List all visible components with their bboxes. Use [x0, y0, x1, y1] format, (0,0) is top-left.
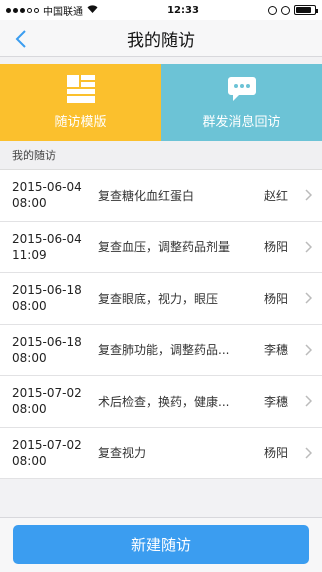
chevron-left-icon [15, 29, 26, 48]
chevron-right-icon [305, 292, 312, 304]
section-title: 我的随访 [12, 149, 56, 162]
status-bar: 中国联通 12:33 [0, 0, 322, 20]
section-header: 我的随访 [0, 141, 322, 169]
followup-time: 08:00 [12, 196, 47, 211]
followup-doctor: 李穗 [264, 343, 289, 358]
chevron-right-icon [305, 344, 312, 356]
followup-template-label: 随访模版 [54, 115, 107, 130]
navigation-bar: 我的随访 [0, 20, 322, 57]
followup-row[interactable]: 2015-06-04 08:00 复查糖化血红蛋白 赵红 [0, 170, 322, 222]
followup-row[interactable]: 2015-06-04 11:09 复查血压，调整药品剂量 杨阳 [0, 222, 322, 273]
battery-icon [294, 5, 318, 15]
status-left: 中国联通 [6, 3, 98, 18]
followup-task: 复查糖化血红蛋白 [98, 188, 195, 203]
chevron-right-icon [305, 395, 312, 407]
followup-doctor: 杨阳 [264, 240, 289, 255]
followup-time: 08:00 [12, 350, 47, 365]
status-time: 12:33 [167, 4, 199, 16]
broadcast-message-label: 群发消息回访 [202, 115, 281, 130]
followup-time: 08:00 [12, 453, 47, 468]
chat-bubble-icon [227, 77, 256, 101]
template-grid-icon [66, 75, 95, 103]
followup-time: 08:00 [12, 299, 47, 314]
followup-time: 11:09 [12, 247, 47, 262]
followup-doctor: 杨阳 [264, 446, 289, 461]
followup-row[interactable]: 2015-07-02 08:00 复查视力 杨阳 [0, 428, 322, 479]
status-right [268, 5, 318, 15]
followup-task: 复查眼底，视力，眼压 [98, 291, 219, 306]
followup-task: 复查肺功能，调整药品... [98, 343, 230, 358]
followup-datetime: 2015-06-18 08:00 [12, 334, 98, 366]
followup-datetime: 2015-06-04 11:09 [12, 231, 98, 263]
signal-strength-icon [6, 7, 39, 13]
broadcast-message-tile[interactable]: 群发消息回访 [161, 64, 322, 141]
chevron-right-icon [305, 241, 312, 253]
followup-doctor: 赵红 [264, 188, 289, 203]
followup-date: 2015-06-04 [12, 231, 82, 246]
alarm-icon [281, 5, 290, 15]
carrier-name: 中国联通 [43, 6, 83, 18]
followup-doctor: 杨阳 [264, 291, 289, 306]
wifi-icon [87, 4, 98, 16]
followup-date: 2015-07-02 [12, 386, 82, 401]
quick-action-tiles: 随访模版 群发消息回访 [0, 64, 322, 141]
chevron-right-icon [305, 447, 312, 459]
followup-date: 2015-06-18 [12, 334, 82, 349]
followup-list: 2015-06-04 08:00 复查糖化血红蛋白 赵红 2015-06-04 … [0, 169, 322, 479]
followup-datetime: 2015-06-04 08:00 [12, 179, 98, 211]
back-button[interactable] [6, 20, 36, 57]
followup-template-tile[interactable]: 随访模版 [0, 64, 161, 141]
followup-date: 2015-06-04 [12, 180, 82, 195]
followup-datetime: 2015-07-02 08:00 [12, 385, 98, 417]
followup-datetime: 2015-07-02 08:00 [12, 437, 98, 469]
followup-date: 2015-06-18 [12, 283, 82, 298]
followup-row[interactable]: 2015-06-18 08:00 复查眼底，视力，眼压 杨阳 [0, 273, 322, 325]
followup-task: 术后检查，换药，健康... [98, 394, 230, 409]
followup-task: 复查视力 [98, 446, 147, 461]
followup-row[interactable]: 2015-07-02 08:00 术后检查，换药，健康... 李穗 [0, 376, 322, 428]
followup-doctor: 李穗 [264, 394, 289, 409]
page-title: 我的随访 [127, 30, 195, 51]
chevron-right-icon [305, 189, 312, 201]
followup-row[interactable]: 2015-06-18 08:00 复查肺功能，调整药品... 李穗 [0, 325, 322, 376]
bottom-action-bar: 新建随访 [0, 517, 322, 572]
followup-datetime: 2015-06-18 08:00 [12, 282, 98, 314]
new-followup-button[interactable]: 新建随访 [13, 524, 309, 564]
followup-time: 08:00 [12, 402, 47, 417]
followup-date: 2015-07-02 [12, 437, 82, 452]
followup-task: 复查血压，调整药品剂量 [98, 240, 231, 255]
rotation-lock-icon [268, 5, 277, 15]
